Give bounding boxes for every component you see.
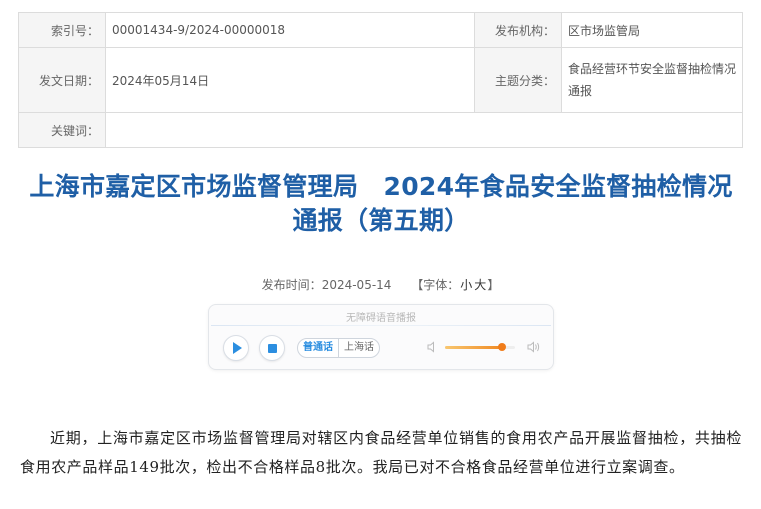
font-size-suffix: 】	[487, 278, 500, 292]
player-divider	[211, 325, 551, 326]
font-large-link[interactable]: 大	[474, 278, 486, 292]
meta-row-date: 发文日期： 2024年05月14日 主题分类： 食品经营环节安全监督抽检情况通报	[18, 47, 743, 113]
volume-low-icon[interactable]	[427, 341, 439, 353]
keywords-value	[105, 112, 743, 148]
volume-high-icon[interactable]	[527, 341, 541, 353]
meta-row-index: 索引号： 00001434-9/2024-00000018 发布机构： 区市场监…	[18, 12, 743, 48]
body-paragraph: 近期，上海市嘉定区市场监督管理局对辖区内食品经营单位销售的食用农产品开展监督抽检…	[20, 429, 742, 476]
publish-time: 2024-05-14	[321, 278, 392, 292]
date-label: 发文日期：	[18, 47, 106, 113]
date-value: 2024年05月14日	[105, 47, 475, 113]
font-size-prefix: 【字体：	[411, 278, 460, 292]
volume-slider[interactable]	[445, 343, 515, 351]
publish-label: 发布时间：	[261, 278, 322, 292]
topic-value: 食品经营环节安全监督抽检情况通报	[561, 47, 743, 113]
topic-label: 主题分类：	[474, 47, 562, 113]
document-meta-table: 索引号： 00001434-9/2024-00000018 发布机构： 区市场监…	[18, 12, 743, 148]
volume-fill	[445, 346, 503, 349]
issuer-label: 发布机构：	[474, 12, 562, 48]
player-caption: 无障碍语音播报	[346, 313, 416, 324]
stop-icon	[267, 343, 277, 353]
font-size-control: 【字体：小 大】	[411, 278, 499, 292]
issuer-value: 区市场监管局	[561, 12, 743, 48]
index-label: 索引号：	[18, 12, 106, 48]
volume-handle[interactable]	[498, 343, 507, 351]
lang-mandarin-button[interactable]: 普通话	[298, 339, 338, 357]
language-switch: 普通话 上海话	[297, 338, 380, 358]
stop-button[interactable]	[259, 335, 285, 361]
article-title: 上海市嘉定区市场监督管理局 2024年食品安全监督抽检情况通报（第五期）	[29, 172, 733, 235]
font-small-link[interactable]: 小	[460, 278, 472, 292]
keywords-label: 关键词：	[18, 112, 106, 148]
meta-row-keywords: 关键词：	[18, 112, 743, 148]
audio-player: 无障碍语音播报 普通话 上海话	[208, 304, 554, 370]
lang-shanghai-button[interactable]: 上海话	[338, 339, 379, 357]
publish-info: 发布时间：2024-05-14 【字体：小 大】	[0, 276, 761, 293]
play-button[interactable]	[223, 335, 249, 361]
article-body: 近期，上海市嘉定区市场监督管理局对辖区内食品经营单位销售的食用农产品开展监督抽检…	[20, 424, 742, 482]
index-value: 00001434-9/2024-00000018	[105, 12, 475, 48]
play-icon	[232, 342, 242, 354]
